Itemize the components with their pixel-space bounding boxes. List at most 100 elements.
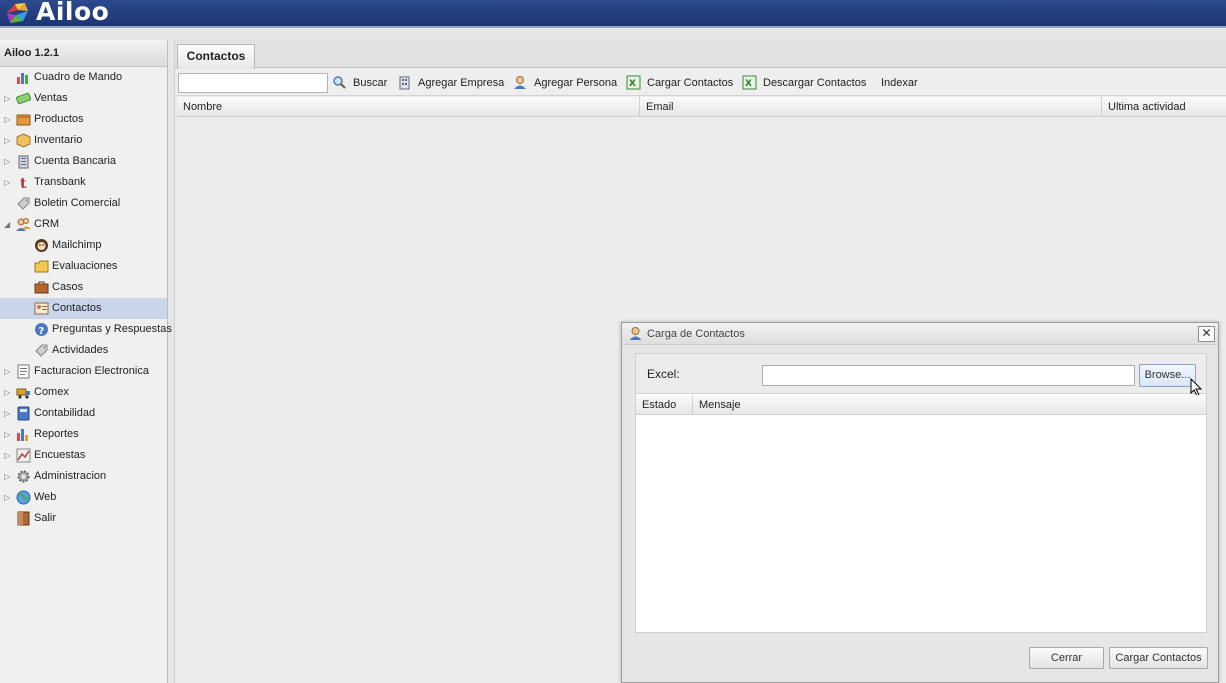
door-icon (17, 511, 30, 526)
sidebar-item-comex[interactable]: ▷ Comex (0, 382, 167, 403)
package-icon (16, 133, 31, 148)
sidebar-item-label: CRM (34, 218, 60, 230)
sidebar-item-mailchimp[interactable]: Mailchimp (0, 235, 167, 256)
sidebar: Ailoo 1.2.1 Cuadro de Mando ▷ Ventas ▷ Produ… (0, 40, 172, 683)
dialog-close-button[interactable]: ✕ (1198, 326, 1215, 342)
agregar-persona-button[interactable]: Agregar Persona (513, 73, 619, 93)
bank-icon (18, 155, 29, 169)
dialog-title: Carga de Contactos (647, 328, 745, 340)
sidebar-item-label: Mailchimp (52, 239, 102, 251)
sidebar-item-evaluaciones[interactable]: Evaluaciones (0, 256, 167, 277)
excel-file-field[interactable] (762, 365, 1135, 386)
cargar-contactos-button[interactable]: X Cargar Contactos (626, 73, 736, 93)
sidebar-item-contactos[interactable]: Contactos (0, 298, 167, 319)
sidebar-item-preguntas-y-respuestas[interactable]: ? Preguntas y Respuestas (0, 319, 172, 340)
expand-arrow-icon[interactable]: ▷ (4, 382, 12, 403)
sidebar-item-facturacion-electronica[interactable]: ▷ Facturacion Electronica (0, 361, 167, 382)
expand-arrow-icon[interactable]: ▷ (4, 88, 12, 109)
column-header-ultima-actividad[interactable]: Ultima actividad (1102, 97, 1226, 117)
indexar-button[interactable]: Indexar (880, 73, 920, 93)
expand-arrow-icon[interactable]: ▷ (4, 109, 12, 130)
sidebar-item-reportes[interactable]: ▷ Reportes (0, 424, 167, 445)
descargar-contactos-label: Descargar Contactos (763, 77, 867, 89)
expand-arrow-icon[interactable]: ▷ (4, 424, 12, 445)
person-add-icon (514, 76, 526, 89)
tab-contactos[interactable]: Contactos (177, 44, 255, 69)
truck-icon (16, 388, 30, 399)
sidebar-item-administracion[interactable]: ▷ Administracion (0, 466, 167, 487)
svg-text:?: ? (39, 326, 45, 337)
sidebar-item-label: Ventas (34, 92, 68, 104)
sidebar-item-salir[interactable]: Salir (0, 508, 167, 529)
sidebar-item-label: Contabilidad (34, 407, 96, 419)
svg-text:X: X (629, 79, 636, 89)
sidebar-item-actividades[interactable]: Actividades (0, 340, 167, 361)
sidebar-item-label: Evaluaciones (52, 260, 118, 272)
sidebar-item-label: Contactos (52, 302, 102, 314)
sidebar-item-label: Administracion (34, 470, 107, 482)
svg-text:t: t (20, 176, 27, 190)
money-icon (16, 92, 31, 105)
sidebar-item-boletin-comercial[interactable]: Boletin Comercial (0, 193, 167, 214)
excel-label: Excel: (647, 367, 680, 381)
help-icon: ? (35, 323, 48, 337)
mailchimp-icon (35, 239, 48, 252)
building-icon (399, 76, 410, 90)
agregar-empresa-label: Agregar Empresa (418, 77, 505, 89)
collapse-arrow-icon[interactable]: ◢ (4, 214, 12, 235)
expand-arrow-icon[interactable]: ▷ (4, 487, 12, 508)
sidebar-item-contabilidad[interactable]: ▷ Contabilidad (0, 403, 167, 424)
column-header-email[interactable]: Email (640, 97, 1102, 117)
expand-arrow-icon[interactable]: ▷ (4, 445, 12, 466)
search-input[interactable] (178, 73, 328, 93)
briefcase-icon (34, 281, 49, 294)
sidebar-item-casos[interactable]: Casos (0, 277, 167, 298)
globe-icon (16, 490, 31, 505)
bar-chart-icon (17, 429, 28, 441)
descargar-contactos-button[interactable]: X Descargar Contactos (742, 73, 872, 93)
expand-arrow-icon[interactable]: ▷ (4, 172, 12, 193)
agregar-empresa-button[interactable]: Agregar Empresa (397, 73, 507, 93)
sidebar-item-label: Boletin Comercial (34, 197, 121, 209)
magnifier-icon (333, 76, 346, 89)
gear-icon (17, 470, 30, 483)
sidebar-item-crm[interactable]: ◢ CRM (0, 214, 167, 235)
sidebar-item-transbank[interactable]: ▷ t Transbank (0, 172, 167, 193)
expand-arrow-icon[interactable]: ▷ (4, 403, 12, 424)
sidebar-item-label: Salir (34, 512, 57, 524)
app-version-title: Ailoo 1.2.1 (0, 40, 167, 67)
expand-arrow-icon[interactable]: ▷ (4, 361, 12, 382)
column-header-estado[interactable]: Estado (636, 395, 693, 415)
cerrar-button[interactable]: Cerrar (1029, 647, 1104, 669)
sidebar-item-productos[interactable]: ▷ Productos (0, 109, 167, 130)
browse-button[interactable]: Browse... (1139, 364, 1196, 387)
chart-icon (17, 73, 28, 84)
brand-name: Ailoo (36, 0, 110, 26)
column-header-nombre[interactable]: Nombre (177, 97, 640, 117)
person-icon (629, 327, 642, 340)
box-icon (16, 114, 31, 126)
cargar-contactos-dialog-button[interactable]: Cargar Contactos (1109, 647, 1208, 669)
dialog-panel: Excel: Browse... Estado Mensaje (635, 353, 1207, 633)
folder-icon (34, 260, 49, 273)
expand-arrow-icon[interactable]: ▷ (4, 151, 12, 172)
sidebar-item-label: Web (34, 491, 57, 503)
sidebar-item-label: Comex (34, 386, 69, 398)
expand-arrow-icon[interactable]: ▷ (4, 130, 12, 151)
sidebar-item-cuadro-de-mando[interactable]: Cuadro de Mando (0, 67, 167, 88)
sidebar-item-label: Preguntas y Respuestas (52, 323, 172, 335)
sidebar-item-cuenta-bancaria[interactable]: ▷ Cuenta Bancaria (0, 151, 167, 172)
sidebar-item-web[interactable]: ▷ Web (0, 487, 167, 508)
excel-icon: X (742, 75, 757, 90)
column-header-mensaje[interactable]: Mensaje (693, 395, 1206, 415)
buscar-button[interactable]: Buscar (332, 73, 390, 93)
sidebar-item-inventario[interactable]: ▷ Inventario (0, 130, 167, 151)
sidebar-item-encuestas[interactable]: ▷ Encuestas (0, 445, 167, 466)
expand-arrow-icon[interactable]: ▷ (4, 466, 12, 487)
indexar-label: Indexar (881, 77, 918, 89)
dialog-titlebar[interactable]: Carga de Contactos ✕ (622, 323, 1218, 345)
ailoo-logo-icon (7, 3, 28, 23)
sidebar-item-label: Cuadro de Mando (34, 71, 123, 83)
cargar-contactos-label: Cargar Contactos (647, 77, 734, 89)
sidebar-item-ventas[interactable]: ▷ Ventas (0, 88, 167, 109)
